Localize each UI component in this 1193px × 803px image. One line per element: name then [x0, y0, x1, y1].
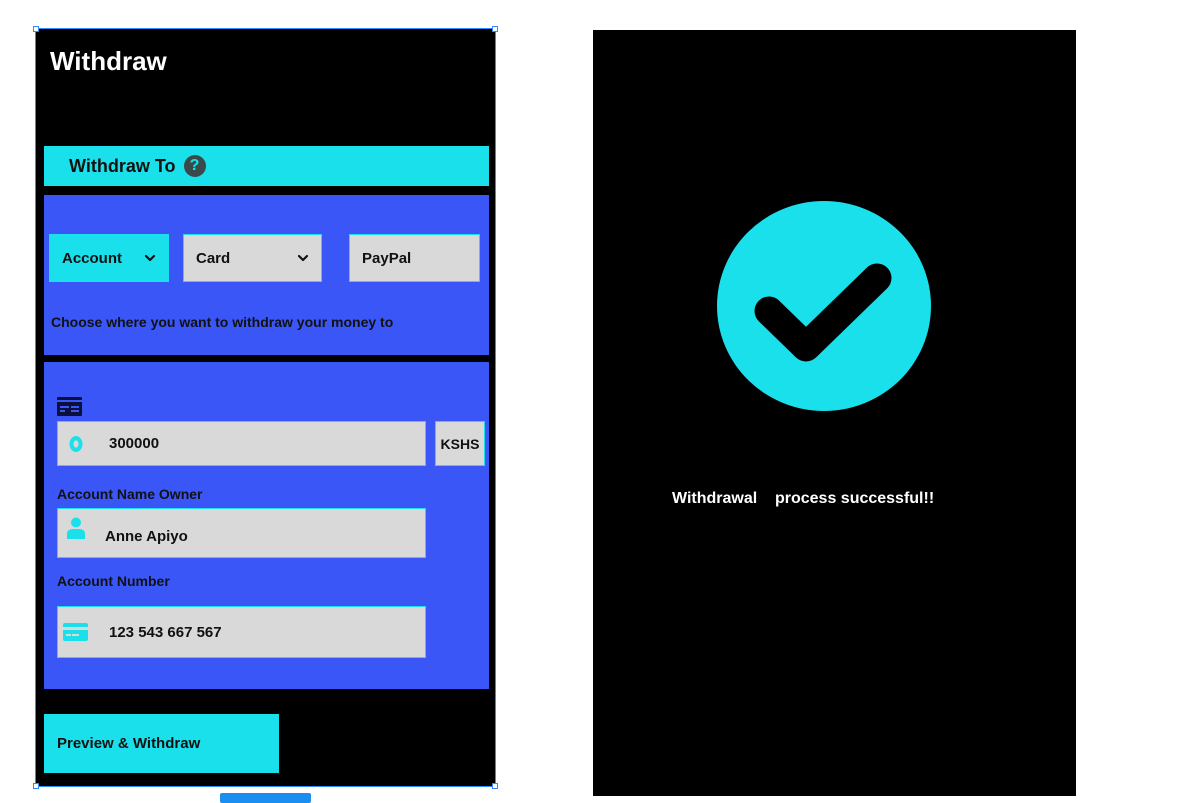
- method-account-label: Account: [62, 249, 122, 267]
- amount-input[interactable]: 300000: [57, 421, 426, 466]
- currency-selector[interactable]: KSHS: [435, 421, 485, 466]
- success-screen: Withdrawal process successful!!: [593, 30, 1076, 796]
- account-number-input[interactable]: 123 543 667 567: [57, 606, 426, 658]
- credit-card-icon: [63, 623, 88, 641]
- chevron-down-icon: [297, 254, 309, 262]
- withdraw-method-panel: Account Card PayPal Choose where you wan…: [44, 195, 489, 355]
- card-details-icon: [57, 397, 82, 421]
- frame-size-tag: [220, 793, 311, 803]
- selection-handle[interactable]: [33, 783, 39, 789]
- selection-handle[interactable]: [492, 783, 498, 789]
- withdraw-to-label: Withdraw To: [69, 155, 176, 176]
- method-card-label: Card: [196, 249, 231, 267]
- user-icon: [67, 517, 85, 539]
- check-circle-icon: [717, 201, 931, 411]
- amount-value: 300000: [109, 435, 160, 452]
- withdraw-form-panel: 300000 KSHS Account Name Owner Anne Apiy…: [44, 362, 489, 689]
- owner-label: Account Name Owner: [57, 486, 203, 502]
- owner-name-input[interactable]: Anne Apiyo: [57, 508, 426, 558]
- question-circle-icon[interactable]: ?: [183, 155, 206, 177]
- account-number-label: Account Number: [57, 573, 170, 589]
- method-paypal-button[interactable]: PayPal: [349, 234, 480, 282]
- chevron-down-icon: [144, 254, 156, 262]
- account-number-value: 123 543 667 567: [109, 623, 222, 641]
- method-card-dropdown[interactable]: Card: [183, 234, 322, 282]
- withdraw-to-header: Withdraw To ?: [44, 146, 489, 186]
- selection-handle[interactable]: [33, 26, 39, 32]
- selection-handle[interactable]: [492, 26, 498, 32]
- owner-name-value: Anne Apiyo: [105, 527, 188, 545]
- page-title: Withdraw: [50, 46, 167, 76]
- preview-withdraw-button[interactable]: Preview & Withdraw: [44, 714, 279, 773]
- withdraw-screen: Withdraw Withdraw To ? Account Card PayP…: [35, 28, 496, 787]
- method-hint-text: Choose where you want to withdraw your m…: [51, 314, 394, 330]
- success-message: Withdrawal process successful!!: [672, 490, 935, 507]
- method-account-dropdown[interactable]: Account: [49, 234, 169, 282]
- method-paypal-label: PayPal: [362, 249, 412, 267]
- coin-icon: [67, 435, 85, 453]
